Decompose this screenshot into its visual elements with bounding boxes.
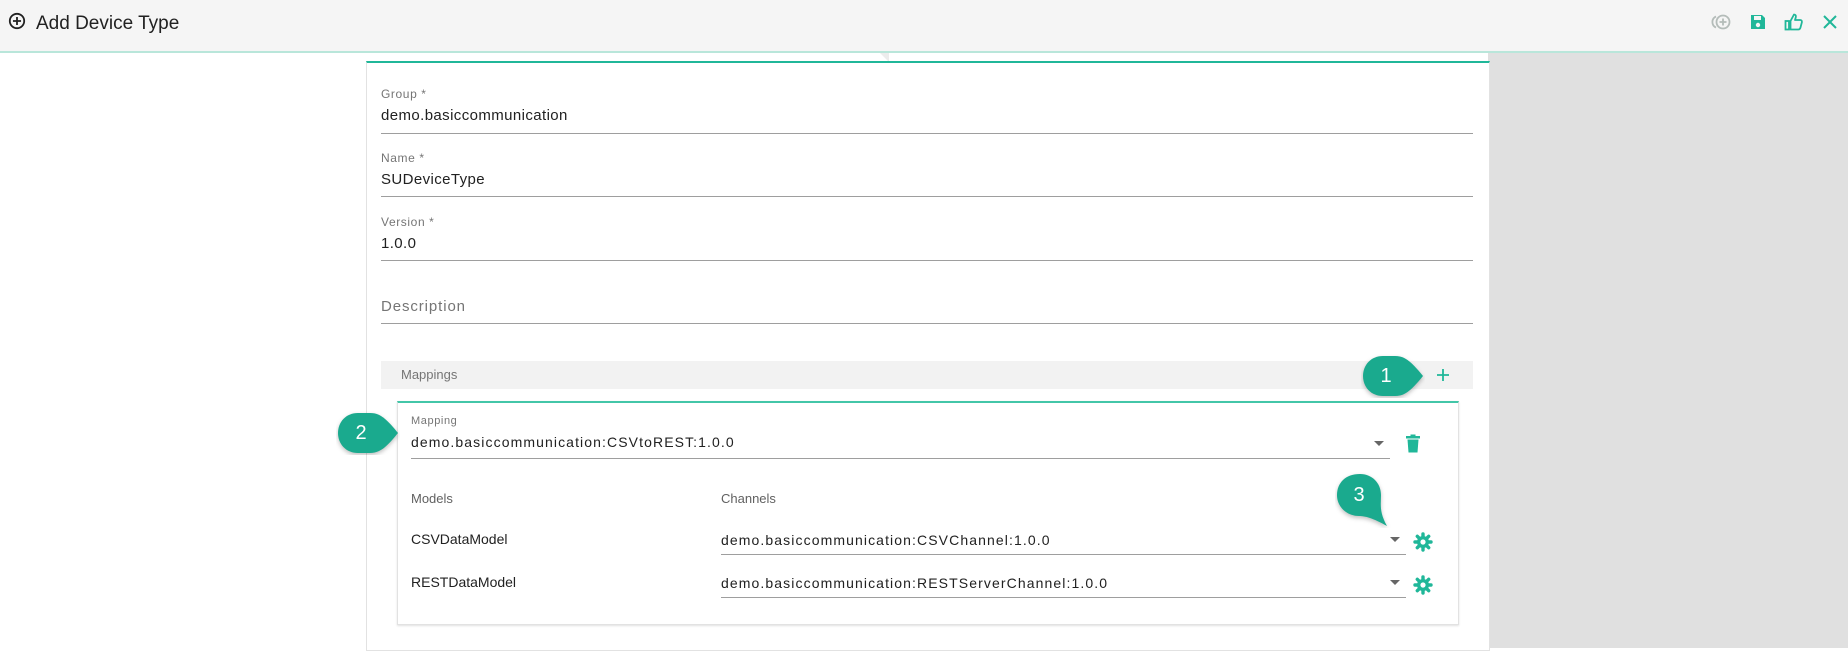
- models-column-header: Models: [411, 491, 453, 506]
- channels-column-header: Channels: [721, 491, 776, 506]
- gear-icon: [1413, 532, 1433, 552]
- name-label: Name *: [381, 151, 425, 165]
- gear-icon: [1413, 575, 1433, 595]
- background-panel: [1488, 53, 1848, 648]
- chevron-down-icon: [1374, 441, 1384, 446]
- save-icon[interactable]: [1740, 11, 1776, 33]
- add-mapping-button[interactable]: [1431, 363, 1455, 387]
- delete-mapping-button[interactable]: [1405, 434, 1421, 459]
- name-value: SUDeviceType: [381, 171, 486, 188]
- chevron-down-icon: [1390, 580, 1400, 585]
- callout-number: 1: [1380, 364, 1392, 387]
- callout-2: 2: [336, 411, 400, 455]
- add-circle-icon[interactable]: [1704, 11, 1740, 33]
- channel-select[interactable]: demo.basiccommunication:CSVChannel:1.0.0: [721, 526, 1406, 555]
- version-field[interactable]: Version * 1.0.0: [381, 215, 1473, 261]
- callout-number: 3: [1353, 483, 1365, 506]
- version-label: Version *: [381, 215, 435, 229]
- add-circle-icon: [8, 12, 26, 35]
- plus-icon: [1437, 369, 1449, 381]
- mappings-header: Mappings: [381, 361, 1473, 389]
- channel-select[interactable]: demo.basiccommunication:RESTServerChanne…: [721, 569, 1406, 598]
- callout-1: 1: [1361, 354, 1425, 398]
- model-name: RESTDataModel: [411, 574, 517, 590]
- trash-icon: [1406, 434, 1420, 453]
- mappings-header-label: Mappings: [401, 367, 458, 382]
- close-icon[interactable]: [1812, 11, 1848, 33]
- group-value: demo.basiccommunication: [381, 107, 568, 124]
- group-label: Group *: [381, 87, 427, 101]
- page-title: Add Device Type: [36, 12, 180, 34]
- channel-value: demo.basiccommunication:RESTServerChanne…: [721, 575, 1109, 591]
- callout-3: 3: [1335, 472, 1391, 528]
- name-field[interactable]: Name * SUDeviceType: [381, 151, 1473, 197]
- version-value: 1.0.0: [381, 235, 417, 252]
- toolbar-actions: [1704, 11, 1848, 33]
- top-bar: Add Device Type: [0, 0, 1848, 53]
- page-title-area: Add Device Type: [8, 12, 179, 35]
- mapping-select[interactable]: Mapping demo.basiccommunication:CSVtoRES…: [411, 415, 1390, 459]
- mapping-value: demo.basiccommunication:CSVtoREST:1.0.0: [411, 434, 735, 450]
- channel-settings-button[interactable]: [1413, 532, 1433, 557]
- group-field[interactable]: Group * demo.basiccommunication: [381, 87, 1473, 134]
- chevron-down-icon: [1390, 537, 1400, 542]
- callout-number: 2: [355, 421, 367, 444]
- thumbs-up-icon[interactable]: [1776, 11, 1812, 33]
- channel-value: demo.basiccommunication:CSVChannel:1.0.0: [721, 532, 1051, 548]
- description-field[interactable]: Description: [381, 298, 1473, 324]
- channel-settings-button[interactable]: [1413, 575, 1433, 600]
- model-name: CSVDataModel: [411, 531, 508, 547]
- description-placeholder: Description: [381, 298, 466, 315]
- mapping-label: Mapping: [411, 415, 458, 427]
